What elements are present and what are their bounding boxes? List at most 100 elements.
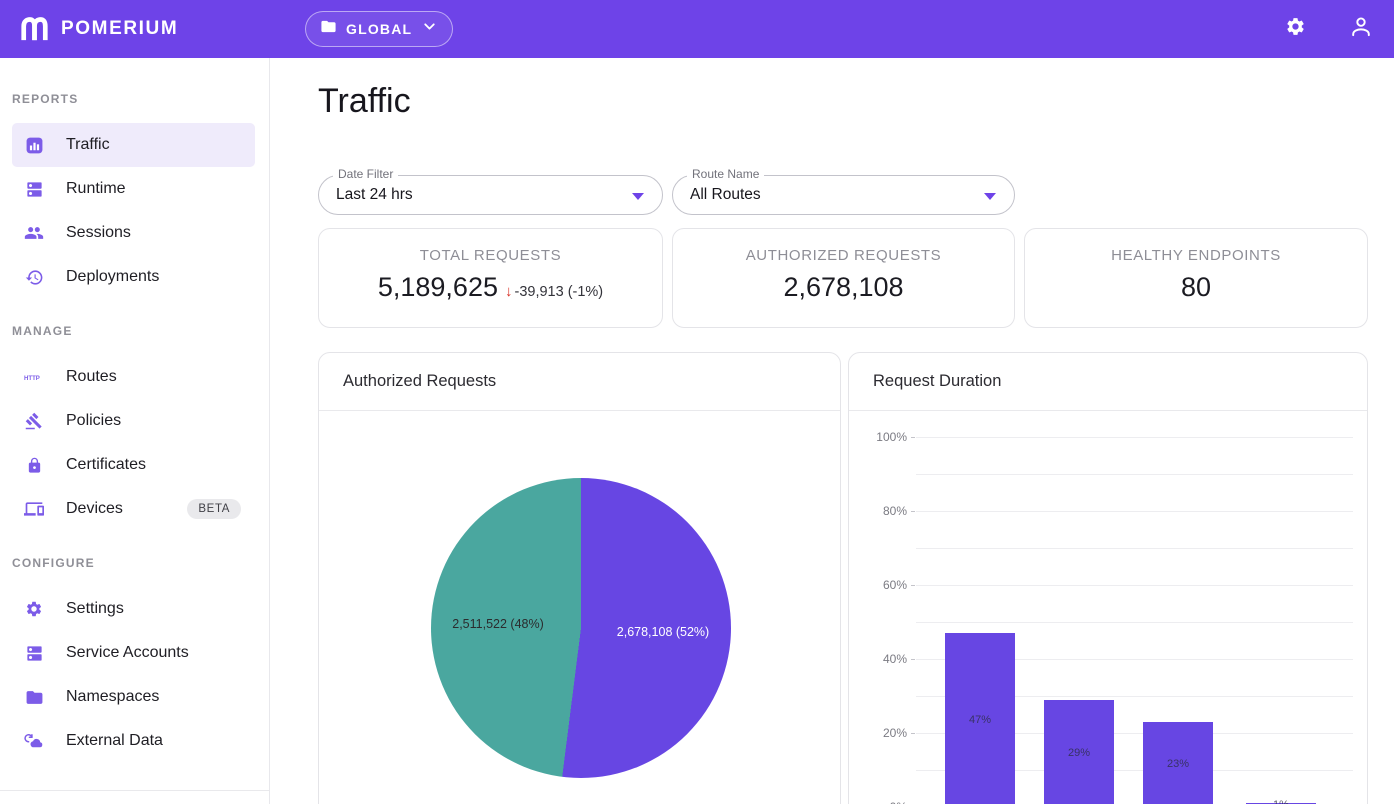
total-requests-card: TOTAL REQUESTS 5,189,625 ↓ -39,913 (-1%) (318, 228, 663, 328)
y-axis-tick-label: 80% (857, 504, 907, 518)
stat-cards: TOTAL REQUESTS 5,189,625 ↓ -39,913 (-1%)… (318, 228, 1368, 328)
sidebar-item-label: Service Accounts (66, 644, 189, 662)
sidebar-item-label: Devices (66, 500, 123, 518)
stat-delta: ↓ -39,913 (-1%) (505, 283, 603, 300)
brand-name: POMERIUM (61, 18, 178, 40)
y-axis-tick (911, 511, 915, 512)
y-axis-tick (911, 733, 915, 734)
request-duration-chart-card: Request Duration 100%80%60%40%20%0%47%29… (848, 352, 1368, 804)
gridline (916, 437, 1353, 438)
sidebar-item-label: Deployments (66, 268, 159, 286)
authorized-requests-card: AUTHORIZED REQUESTS 2,678,108 (672, 228, 1015, 328)
history-clock-icon (24, 267, 44, 287)
sidebar-item-runtime[interactable]: Runtime (12, 167, 255, 211)
sidebar-item-label: Routes (66, 368, 117, 386)
charts-row: Authorized Requests 2,511,522 (48%) 2,67… (318, 352, 1368, 804)
y-axis-tick (911, 659, 915, 660)
bar-value-label: 47% (969, 714, 991, 726)
top-bar-actions (1276, 0, 1380, 58)
dropdown-arrow-icon (984, 193, 996, 200)
sidebar-item-namespaces[interactable]: Namespaces (12, 675, 255, 719)
y-axis-tick-label: 20% (857, 726, 907, 740)
sidebar-item-external-data[interactable]: External Data (12, 719, 255, 763)
sidebar-item-label: Policies (66, 412, 121, 430)
sidebar-divider (0, 790, 269, 791)
y-axis-tick-label: 100% (857, 430, 907, 444)
folder-icon (24, 687, 44, 707)
sidebar-item-routes[interactable]: HTTP Routes (12, 355, 255, 399)
main-content: Traffic Date Filter Last 24 hrs Route Na… (270, 58, 1394, 804)
sidebar-item-label: Sessions (66, 224, 131, 242)
stat-label: TOTAL REQUESTS (420, 247, 561, 264)
gridline (916, 511, 1353, 512)
stat-label: AUTHORIZED REQUESTS (746, 247, 942, 264)
healthy-endpoints-card: HEALTHY ENDPOINTS 80 (1024, 228, 1368, 328)
route-name-value: All Routes (690, 176, 761, 214)
sidebar-item-service-accounts[interactable]: Service Accounts (12, 631, 255, 675)
cloud-sync-icon (24, 731, 44, 751)
sidebar-item-certificates[interactable]: Certificates (12, 443, 255, 487)
svg-text:HTTP: HTTP (24, 376, 40, 382)
sidebar-item-settings[interactable]: Settings (12, 587, 255, 631)
server-stack-icon (24, 643, 44, 663)
brand-logo[interactable]: POMERIUM (18, 12, 178, 47)
pomerium-console: POMERIUM GLOBAL (0, 0, 1394, 804)
stat-value: 5,189,625 (378, 272, 498, 303)
pie-chart[interactable]: 2,511,522 (48%) 2,678,108 (52%) (431, 478, 731, 778)
settings-button[interactable] (1276, 10, 1314, 48)
pie-slice-label: 2,511,522 (48%) (452, 617, 544, 631)
bar-chart-plot[interactable]: 100%80%60%40%20%0%47%29%23%1% (849, 411, 1367, 804)
chart-title: Request Duration (849, 353, 1367, 411)
gear-icon (24, 599, 44, 619)
stat-value: 2,678,108 (783, 272, 903, 303)
stat-label: HEALTHY ENDPOINTS (1111, 247, 1281, 264)
page-title: Traffic (318, 82, 411, 121)
beta-badge: BETA (187, 499, 241, 519)
bar-value-label: 1% (1273, 799, 1289, 804)
y-axis-tick-label: 40% (857, 652, 907, 666)
people-icon (24, 223, 44, 243)
pomerium-bridge-icon (18, 12, 51, 47)
chevron-down-icon (421, 18, 438, 40)
sidebar-section-reports: REPORTS (12, 92, 78, 106)
gridline (916, 548, 1353, 549)
sidebar-item-label: Traffic (66, 136, 110, 154)
bar-value-label: 29% (1068, 747, 1090, 759)
sidebar-item-policies[interactable]: Policies (12, 399, 255, 443)
sidebar-item-label: External Data (66, 732, 163, 750)
sidebar-item-label: Runtime (66, 180, 126, 198)
sidebar-item-sessions[interactable]: Sessions (12, 211, 255, 255)
stat-delta-text: -39,913 (-1%) (514, 284, 603, 300)
folder-icon (320, 18, 337, 40)
gridline (916, 474, 1353, 475)
user-menu-button[interactable] (1342, 10, 1380, 48)
pie-slice-label: 2,678,108 (52%) (617, 625, 709, 639)
chart-title: Authorized Requests (319, 353, 840, 411)
sidebar-section-configure: CONFIGURE (12, 556, 95, 570)
filter-bar: Date Filter Last 24 hrs Route Name All R… (318, 175, 1015, 215)
sidebar-item-devices[interactable]: Devices BETA (12, 487, 255, 531)
y-axis-tick (911, 585, 915, 586)
gear-icon (1285, 16, 1306, 42)
bar-chart-icon (24, 135, 44, 155)
gridline (916, 585, 1353, 586)
date-filter-select[interactable]: Date Filter Last 24 hrs (318, 175, 663, 215)
sidebar-section-manage: MANAGE (12, 324, 73, 338)
y-axis-tick (911, 437, 915, 438)
server-stack-icon (24, 179, 44, 199)
lock-icon (24, 455, 44, 475)
route-name-select[interactable]: Route Name All Routes (672, 175, 1015, 215)
namespace-selector[interactable]: GLOBAL (305, 11, 453, 47)
sidebar-item-label: Namespaces (66, 688, 159, 706)
sidebar-item-label: Settings (66, 600, 124, 618)
y-axis-tick-label: 0% (857, 800, 907, 804)
sidebar-item-deployments[interactable]: Deployments (12, 255, 255, 299)
authorized-requests-chart-card: Authorized Requests 2,511,522 (48%) 2,67… (318, 352, 841, 804)
sidebar-item-label: Certificates (66, 456, 146, 474)
sidebar-item-traffic[interactable]: Traffic (12, 123, 255, 167)
bar-value-label: 23% (1167, 758, 1189, 770)
gavel-icon (24, 411, 44, 431)
devices-icon (24, 499, 44, 519)
dropdown-arrow-icon (632, 193, 644, 200)
date-filter-value: Last 24 hrs (336, 176, 413, 214)
